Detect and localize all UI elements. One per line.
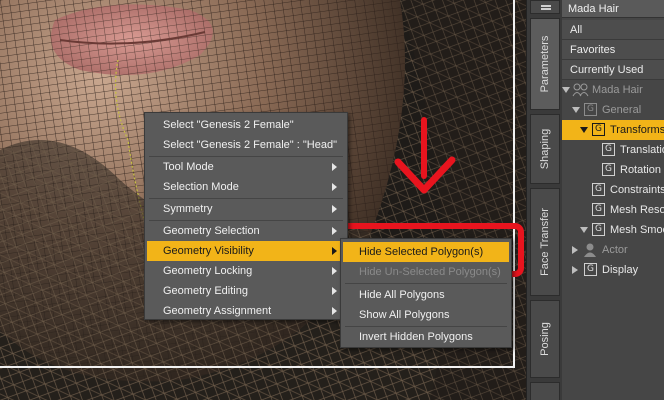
tab-parameters[interactable]: Parameters	[530, 18, 560, 110]
tab-posing[interactable]: Posing	[530, 300, 560, 378]
group-icon: G	[592, 203, 605, 216]
tab-label: Posing	[539, 322, 551, 356]
pane-tab-strip: Parameters Shaping Face Transfer Posing	[526, 0, 562, 400]
submenu-item-show-all[interactable]: Show All Polygons	[343, 305, 509, 325]
expand-arrow-icon[interactable]	[580, 227, 588, 233]
tree-node-label: Transforms	[610, 124, 664, 136]
menu-item-label: Symmetry	[163, 203, 213, 215]
menu-item-tool-mode[interactable]: Tool Mode	[147, 157, 345, 177]
tab-more[interactable]	[530, 382, 560, 400]
collapse-arrow-icon[interactable]	[572, 246, 578, 254]
filter-favorites[interactable]: Favorites	[562, 40, 664, 60]
menu-item-label: Geometry Editing	[163, 285, 248, 297]
tab-label: Face Transfer	[539, 208, 551, 276]
actor-icon	[584, 243, 596, 257]
menu-item-geometry-assignment[interactable]: Geometry Assignment	[147, 301, 345, 321]
group-icon: G	[602, 163, 615, 176]
submenu-arrow-icon	[332, 267, 337, 275]
tree-node-display[interactable]: G Display	[562, 260, 664, 280]
parameters-panel: Mada Hair All Favorites Currently Used M…	[562, 0, 664, 400]
collapse-arrow-icon[interactable]	[572, 266, 578, 274]
tab-label: Shaping	[539, 128, 551, 170]
group-icon: G	[584, 263, 597, 276]
geometry-visibility-submenu: Hide Selected Polygon(s) Hide Un-Selecte…	[340, 238, 512, 348]
figure-group-icon	[572, 83, 589, 97]
menu-item-label: Geometry Assignment	[163, 305, 272, 317]
tab-shaping[interactable]: Shaping	[530, 114, 560, 184]
menu-item-geometry-editing[interactable]: Geometry Editing	[147, 281, 345, 301]
tree-node-mesh-smoothing[interactable]: G Mesh Smoothing	[562, 220, 664, 240]
group-icon: G	[602, 143, 615, 156]
menu-item-select-figure[interactable]: Select "Genesis 2 Female"	[147, 115, 345, 135]
submenu-item-label: Hide All Polygons	[359, 289, 445, 301]
submenu-arrow-icon	[332, 183, 337, 191]
submenu-item-hide-selected[interactable]: Hide Selected Polygon(s)	[343, 242, 509, 262]
group-icon: G	[592, 123, 605, 136]
menu-item-symmetry[interactable]: Symmetry	[147, 199, 345, 219]
tree-node-constraints[interactable]: G Constraints	[562, 180, 664, 200]
viewport-context-menu: Select "Genesis 2 Female" Select "Genesi…	[144, 112, 348, 320]
expand-arrow-icon[interactable]	[572, 107, 580, 113]
group-icon: G	[584, 103, 597, 116]
submenu-arrow-icon	[332, 247, 337, 255]
tree-node-label: Mesh Smoothing	[610, 224, 664, 236]
pane-menu-icon[interactable]	[530, 0, 560, 14]
menu-item-label: Geometry Visibility	[163, 245, 254, 257]
tree-node-label: Mada Hair	[592, 84, 643, 96]
filter-currently-used[interactable]: Currently Used	[562, 60, 664, 80]
menu-item-geometry-selection[interactable]: Geometry Selection	[147, 221, 345, 241]
tree-node-label: Mesh Resolution	[610, 204, 664, 216]
menu-item-label: Tool Mode	[163, 161, 214, 173]
tree-node-label: General	[602, 104, 642, 116]
tree-node-label: Display	[602, 264, 639, 276]
tree-node-transforms[interactable]: G Transforms	[562, 120, 664, 140]
expand-arrow-icon[interactable]	[562, 87, 570, 93]
tree-node-label: Translation	[620, 144, 664, 156]
tree-node-label: Rotation	[620, 164, 661, 176]
group-icon: G	[592, 183, 605, 196]
tree-node-mesh-resolution[interactable]: G Mesh Resolution	[562, 200, 664, 220]
menu-item-label: Selection Mode	[163, 181, 239, 193]
tree-node-translation[interactable]: G Translation	[562, 140, 664, 160]
filter-all[interactable]: All	[562, 20, 664, 40]
panel-title: Mada Hair	[562, 0, 664, 18]
tree-node-rotation[interactable]: G Rotation	[562, 160, 664, 180]
submenu-arrow-icon	[332, 287, 337, 295]
tree-node-label: Actor	[602, 244, 628, 256]
menu-item-label: Select "Genesis 2 Female" : "Head"	[163, 139, 337, 151]
expand-arrow-icon[interactable]	[580, 127, 588, 133]
submenu-item-label: Hide Selected Polygon(s)	[359, 246, 484, 258]
viewport-frame-right	[513, 0, 515, 368]
menu-item-select-head[interactable]: Select "Genesis 2 Female" : "Head"	[147, 135, 345, 155]
submenu-item-label: Invert Hidden Polygons	[359, 331, 473, 343]
menu-item-label: Geometry Selection	[163, 225, 260, 237]
submenu-arrow-icon	[332, 227, 337, 235]
group-icon: G	[592, 223, 605, 236]
submenu-item-invert-hidden[interactable]: Invert Hidden Polygons	[343, 327, 509, 347]
menu-item-geometry-visibility[interactable]: Geometry Visibility	[147, 241, 345, 261]
submenu-item-hide-all[interactable]: Hide All Polygons	[343, 285, 509, 305]
tree-node-actor[interactable]: Actor	[562, 240, 664, 260]
submenu-arrow-icon	[332, 163, 337, 171]
menu-item-label: Geometry Locking	[163, 265, 253, 277]
tree-node-mada-hair[interactable]: Mada Hair	[562, 80, 664, 100]
viewport-frame-bottom	[0, 366, 515, 368]
submenu-arrow-icon	[332, 307, 337, 315]
tree-node-label: Constraints	[610, 184, 664, 196]
menu-item-geometry-locking[interactable]: Geometry Locking	[147, 261, 345, 281]
submenu-item-label: Hide Un-Selected Polygon(s)	[359, 266, 501, 278]
menu-item-selection-mode[interactable]: Selection Mode	[147, 177, 345, 197]
tab-label: Parameters	[539, 35, 551, 93]
submenu-item-label: Show All Polygons	[359, 309, 450, 321]
menu-separator	[345, 283, 507, 284]
tree-node-general[interactable]: G General	[562, 100, 664, 120]
tab-face-transfer[interactable]: Face Transfer	[530, 188, 560, 296]
menu-item-label: Select "Genesis 2 Female"	[163, 119, 294, 131]
submenu-item-hide-unselected[interactable]: Hide Un-Selected Polygon(s)	[343, 262, 509, 282]
submenu-arrow-icon	[332, 205, 337, 213]
